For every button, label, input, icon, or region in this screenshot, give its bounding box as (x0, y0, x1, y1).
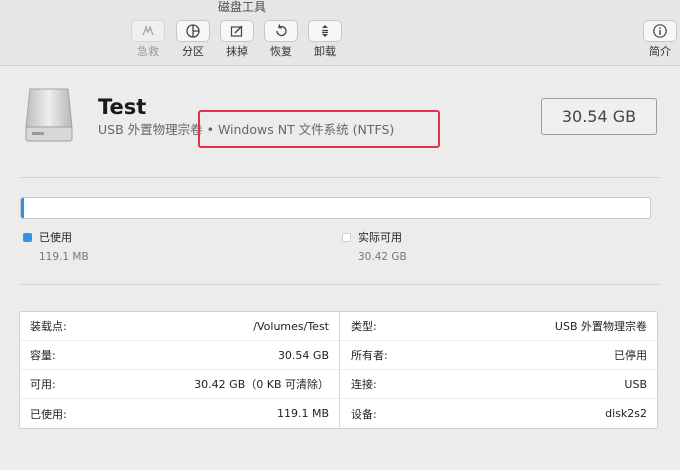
details-table: 装载点: /Volumes/Test 容量: 30.54 GB 可用: 30.4… (19, 311, 658, 429)
filesystem-highlight (198, 110, 440, 148)
erase-label: 抹掉 (226, 45, 248, 58)
unmount-icon (322, 25, 328, 37)
connection-value: USB (624, 377, 647, 391)
details-column-right: 类型: USB 外置物理宗卷 所有者: 已停用 连接: USB 设备: disk… (341, 312, 657, 428)
available-value: 30.42 GB（0 KB 可清除） (194, 378, 329, 391)
capacity-value: 30.54 GB (277, 348, 329, 362)
legend-free-label: 实际可用 (358, 231, 402, 244)
main-panel: Test USB 外置物理宗卷 • Windows NT 文件系统 (NTFS)… (0, 67, 680, 470)
connection-key: 连接: (351, 378, 377, 391)
info-button[interactable]: 简介 (640, 20, 680, 58)
owners-key: 所有者: (351, 349, 388, 362)
partition-icon (186, 24, 200, 38)
details-row: 可用: 30.42 GB（0 KB 可清除） (20, 370, 339, 399)
unmount-button[interactable]: 卸载 (305, 20, 345, 58)
usage-bar (20, 197, 651, 219)
mount-point-value: /Volumes/Test (253, 319, 329, 333)
capacity-key: 容量: (30, 349, 56, 362)
usage-bar-used (21, 198, 24, 218)
details-row: 已使用: 119.1 MB (20, 399, 339, 428)
partition-button[interactable]: 分区 (173, 20, 213, 58)
legend-used-value: 119.1 MB (39, 251, 89, 263)
details-column-left: 装载点: /Volumes/Test 容量: 30.54 GB 可用: 30.4… (20, 312, 340, 428)
restore-button[interactable]: 恢复 (261, 20, 301, 58)
partition-label: 分区 (182, 45, 204, 58)
owners-value: 已停用 (614, 349, 647, 362)
erase-icon (230, 25, 243, 37)
details-row: 类型: USB 外置物理宗卷 (341, 312, 657, 341)
first-aid-button[interactable]: 急救 (128, 20, 168, 58)
used-key: 已使用: (30, 407, 67, 421)
legend-free-value: 30.42 GB (358, 251, 407, 263)
free-swatch (342, 233, 351, 242)
details-row: 装载点: /Volumes/Test (20, 312, 339, 341)
type-value: USB 外置物理宗卷 (554, 320, 647, 333)
capacity-badge: 30.54 GB (541, 98, 657, 135)
unmount-label: 卸载 (314, 45, 336, 58)
window-title: 磁盘工具 (217, 0, 266, 14)
divider (20, 284, 660, 285)
device-value: disk2s2 (605, 407, 647, 420)
used-value: 119.1 MB (276, 407, 329, 420)
restore-label: 恢复 (270, 45, 292, 58)
first-aid-icon (142, 25, 154, 36)
available-key: 可用: (30, 378, 56, 391)
external-drive-icon (25, 88, 73, 142)
divider (20, 177, 660, 178)
first-aid-label: 急救 (137, 45, 159, 58)
restore-icon (276, 24, 287, 37)
details-row: 设备: disk2s2 (341, 399, 657, 428)
details-row: 容量: 30.54 GB (20, 341, 339, 370)
toolbar: 磁盘工具 急救 分区 抹掉 恢复 卸载 简介 (0, 0, 680, 66)
device-key: 设备: (351, 407, 377, 421)
legend-used-label: 已使用 (39, 231, 72, 244)
details-row: 连接: USB (341, 370, 657, 399)
mount-point-key: 装载点: (30, 320, 67, 333)
info-label: 简介 (649, 45, 671, 58)
info-icon (653, 24, 667, 38)
disk-name: Test (98, 95, 147, 119)
used-swatch (23, 233, 32, 242)
type-key: 类型: (351, 320, 377, 333)
erase-button[interactable]: 抹掉 (217, 20, 257, 58)
details-row: 所有者: 已停用 (341, 341, 657, 370)
